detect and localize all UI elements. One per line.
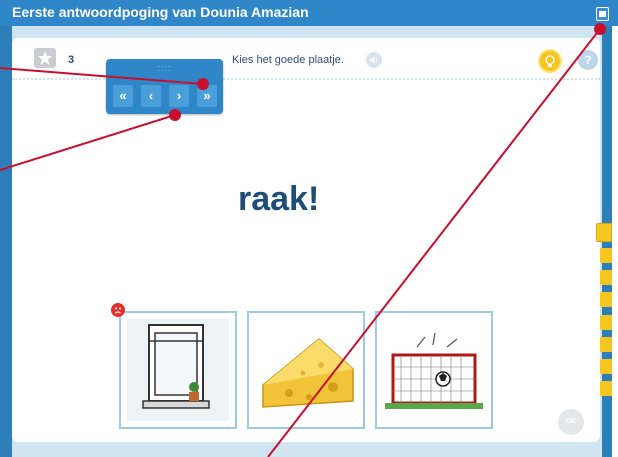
annotation-dot xyxy=(594,23,606,35)
annotation-line xyxy=(0,67,204,85)
annotation-dot xyxy=(169,109,181,121)
annotation-line xyxy=(267,28,601,457)
annotation-line xyxy=(0,114,176,171)
annotation-overlay xyxy=(0,23,606,457)
annotation-dot xyxy=(197,78,209,90)
